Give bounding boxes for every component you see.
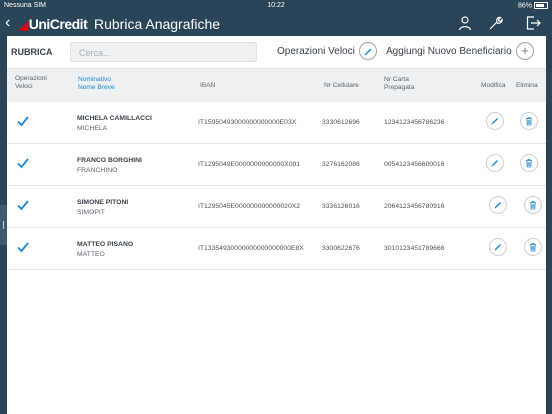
trash-icon bbox=[526, 159, 532, 168]
user-icon[interactable] bbox=[457, 15, 473, 31]
cell-number: 3300622676 bbox=[322, 245, 360, 252]
card-number: 0054123456600016 bbox=[384, 161, 445, 168]
iban-value: IT1295045E000000000000020X2 bbox=[198, 203, 301, 210]
beneficiary-name: MATTEO PISANO bbox=[77, 241, 134, 248]
trash-icon bbox=[526, 117, 532, 126]
main-panel: RUBRICA Cerca... Operazioni Veloci Aggiu… bbox=[7, 36, 546, 414]
trash-icon bbox=[530, 243, 536, 252]
logout-icon[interactable] bbox=[525, 15, 541, 31]
iban-value: IT13354930000000000000000E8X bbox=[198, 245, 304, 252]
delete-button[interactable] bbox=[520, 112, 538, 130]
quick-ops-button[interactable] bbox=[359, 42, 377, 60]
status-bar: Nessuna SIM 10:22 86% bbox=[0, 0, 552, 12]
edit-button[interactable] bbox=[486, 154, 504, 172]
battery-indicator: 86% bbox=[518, 2, 548, 9]
edit-icon bbox=[491, 118, 498, 125]
pen-icon bbox=[364, 48, 372, 56]
check-icon[interactable] bbox=[16, 240, 30, 254]
beneficiary-name: FRANCO BORGHINI bbox=[77, 157, 142, 164]
check-icon[interactable] bbox=[16, 156, 30, 170]
delete-button[interactable] bbox=[524, 238, 542, 256]
wrench-icon[interactable] bbox=[487, 15, 503, 31]
section-label: RUBRICA bbox=[11, 47, 53, 57]
search-input[interactable]: Cerca... bbox=[70, 42, 257, 62]
edit-button[interactable] bbox=[489, 196, 507, 214]
card-number: 3010123451789666 bbox=[384, 245, 445, 252]
card-number: 1234123456786236 bbox=[384, 119, 445, 126]
col-cell: Nr Cellulare bbox=[324, 82, 359, 89]
edit-icon bbox=[494, 202, 501, 209]
delete-button[interactable] bbox=[524, 196, 542, 214]
table-header: Operazioni Veloci Nominativo Nome Breve IB… bbox=[7, 69, 546, 102]
col-edit: Modifica bbox=[481, 82, 506, 89]
check-icon[interactable] bbox=[16, 114, 30, 128]
beneficiary-short-name: FRANCHINO bbox=[77, 167, 118, 174]
col-iban: IBAN bbox=[200, 82, 216, 89]
col-quick-ops: Operazioni Veloci bbox=[15, 75, 47, 90]
beneficiary-name: SIMONE PITONI bbox=[77, 199, 129, 206]
beneficiary-short-name: MATTEO bbox=[77, 251, 105, 258]
cell-number: 3330612696 bbox=[322, 119, 360, 126]
beneficiary-short-name: SIMOPIT bbox=[77, 209, 105, 216]
edit-icon bbox=[491, 160, 498, 167]
plus-icon: + bbox=[521, 43, 529, 58]
edit-icon bbox=[494, 244, 501, 251]
col-name[interactable]: Nominativo Nome Breve bbox=[78, 76, 115, 92]
beneficiary-name: MICHELA CAMILLACCI bbox=[77, 115, 152, 122]
card-number: 2064123456780916 bbox=[384, 203, 445, 210]
battery-icon bbox=[534, 2, 548, 9]
quick-ops-label[interactable]: Operazioni Veloci bbox=[277, 46, 355, 57]
iban-value: IT1295049E0000000000000X001 bbox=[198, 161, 301, 168]
add-beneficiary-button[interactable]: + bbox=[516, 42, 534, 60]
trash-icon bbox=[530, 201, 536, 210]
iban-value: IT15950493000000000000E03X bbox=[198, 119, 297, 126]
edit-button[interactable] bbox=[486, 112, 504, 130]
col-delete: Elimina bbox=[516, 82, 538, 89]
table-row[interactable]: SIMONE PITONI SIMOPIT IT1295045E0000000000… bbox=[7, 186, 546, 228]
add-beneficiary-label[interactable]: Aggiungi Nuovo Beneficiario bbox=[386, 46, 512, 57]
delete-button[interactable] bbox=[520, 154, 538, 172]
back-chevron-icon[interactable]: ‹ bbox=[5, 14, 10, 32]
cell-number: 3336126016 bbox=[322, 203, 360, 210]
app-header: ‹ ◢UniCredit Rubrica Anagrafiche bbox=[0, 12, 552, 36]
battery-percent: 86% bbox=[517, 2, 532, 10]
beneficiary-short-name: MICHELA bbox=[77, 125, 108, 132]
toolbar: RUBRICA Cerca... Operazioni Veloci Aggiu… bbox=[7, 36, 546, 69]
table-row[interactable]: MATTEO PISANO MATTEO IT1335493000000000000… bbox=[7, 228, 546, 270]
edit-button[interactable] bbox=[489, 238, 507, 256]
col-card: Nr Carta Prepagata bbox=[384, 76, 415, 91]
page-title: Rubrica Anagrafiche bbox=[94, 16, 221, 32]
unicredit-logo: ◢UniCredit bbox=[19, 16, 88, 32]
table-row[interactable]: MICHELA CAMILLACCI MICHELA IT1595049300000… bbox=[7, 102, 546, 144]
table-row[interactable]: FRANCO BORGHINI FRANCHINO IT1295049E000000… bbox=[7, 144, 546, 186]
cell-number: 3276162086 bbox=[322, 161, 360, 168]
check-icon[interactable] bbox=[16, 198, 30, 212]
clock: 10:22 bbox=[267, 2, 285, 9]
